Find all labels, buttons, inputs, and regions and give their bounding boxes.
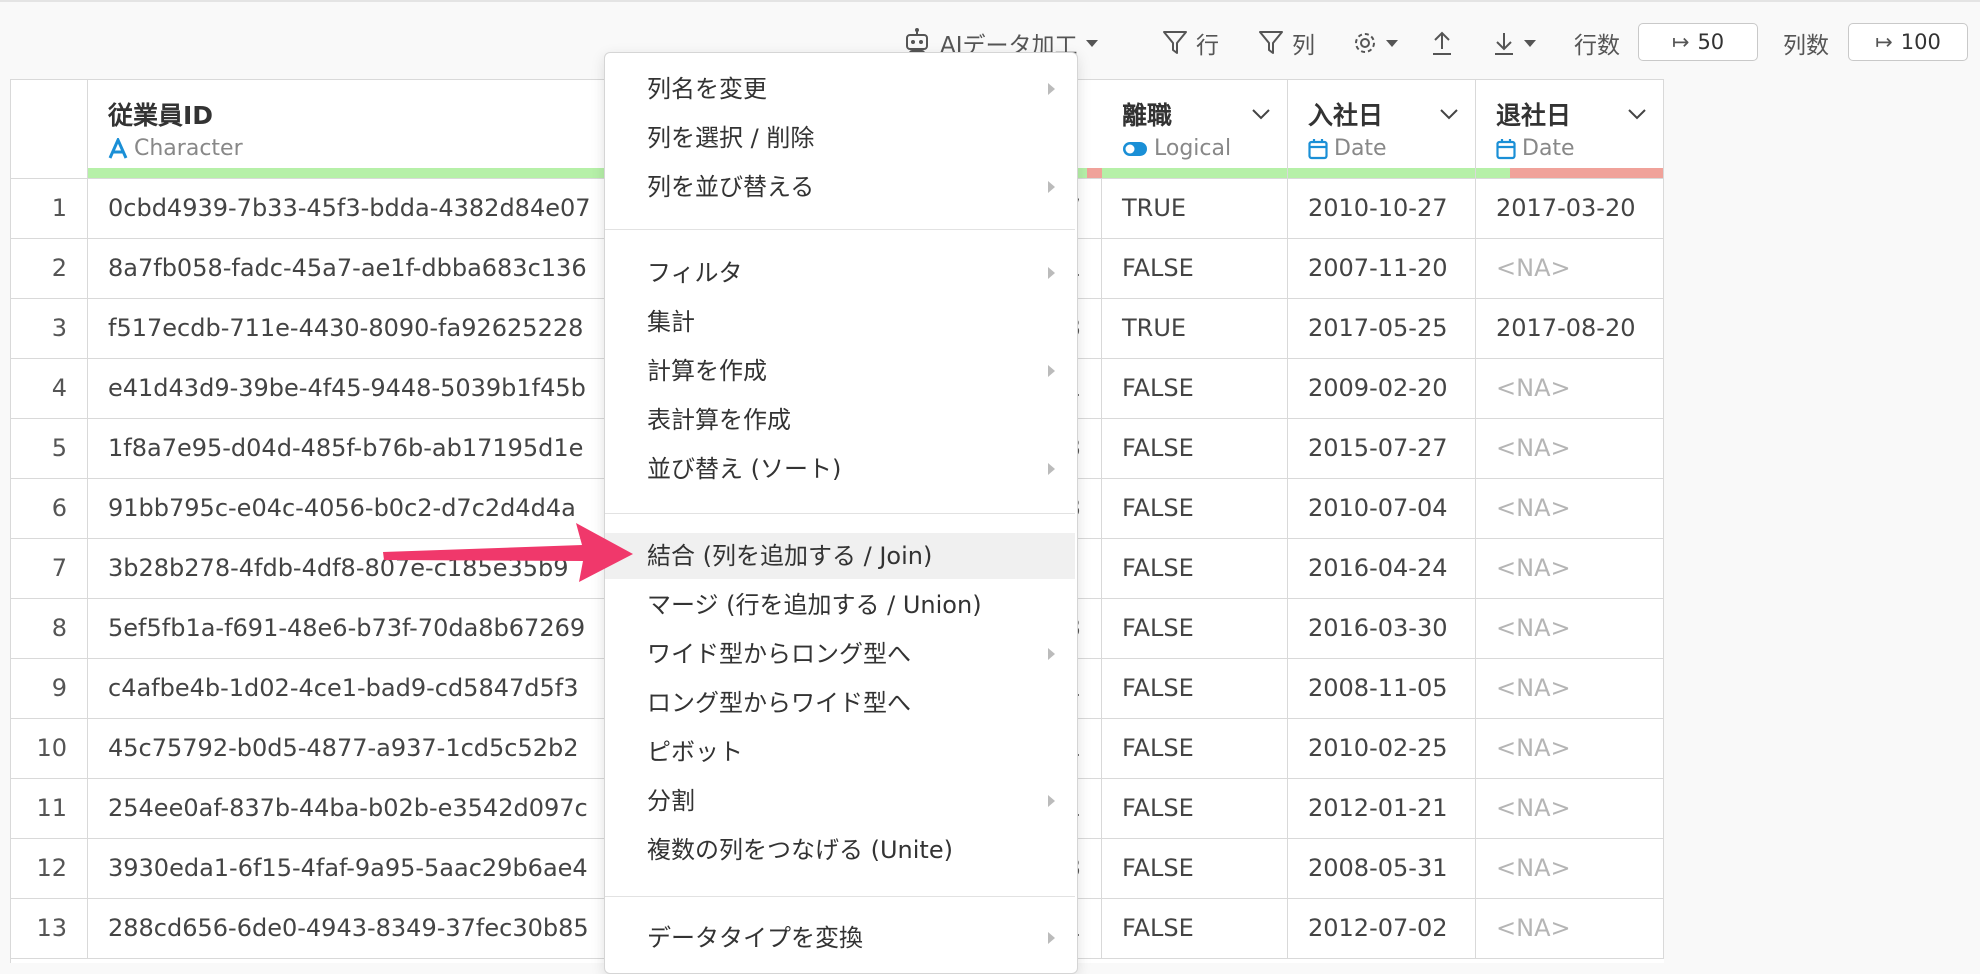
annotation-arrow-icon: [383, 523, 633, 582]
